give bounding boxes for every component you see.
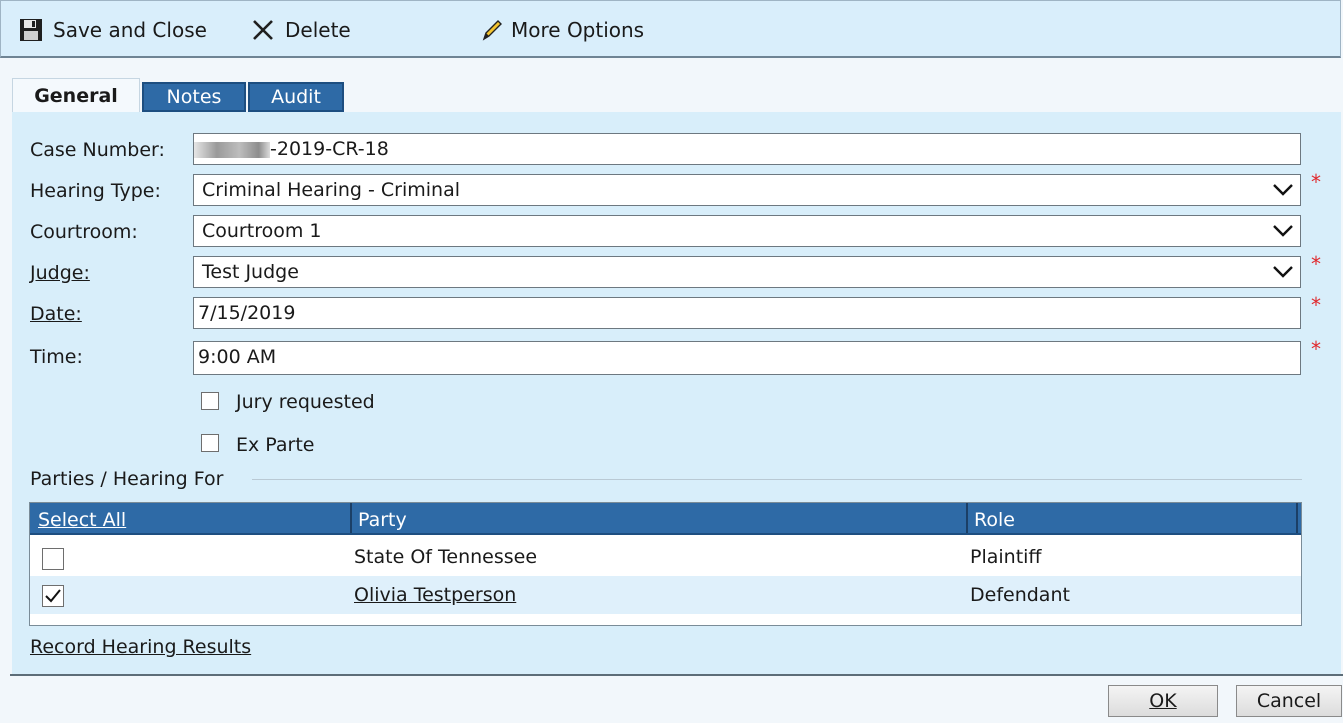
table-row: Olivia Testperson Defendant (30, 576, 1301, 614)
row-select-checkbox[interactable] (42, 585, 64, 607)
role-column-header[interactable]: Role (968, 503, 1298, 533)
courtroom-value: Courtroom 1 (202, 220, 322, 242)
toolbar: Save and Close Delete More Options (0, 0, 1341, 58)
case-number-field[interactable]: -2019-CR-18 (193, 133, 1301, 165)
hearing-type-select[interactable]: Criminal Hearing - Criminal (193, 174, 1301, 206)
redacted-prefix (194, 141, 270, 158)
more-options-button[interactable]: More Options (481, 15, 644, 45)
time-field[interactable]: 9:00 AM (193, 341, 1301, 375)
party-name-link[interactable]: Olivia Testperson (354, 576, 516, 614)
hearing-type-value: Criminal Hearing - Criminal (202, 179, 461, 201)
jury-requested-checkbox[interactable] (201, 392, 219, 410)
judge-select[interactable]: Test Judge (193, 256, 1301, 288)
row-select-checkbox[interactable] (42, 548, 64, 570)
required-marker: * (1311, 170, 1321, 194)
judge-label[interactable]: Judge: (30, 262, 90, 284)
time-value: 9:00 AM (198, 346, 277, 368)
select-all-header[interactable]: Select All (32, 503, 352, 533)
chevron-down-icon (1272, 219, 1294, 241)
delete-label: Delete (285, 18, 351, 42)
delete-button[interactable]: Delete (251, 15, 351, 45)
tab-audit[interactable]: Audit (248, 82, 344, 112)
table-row: State Of Tennessee Plaintiff (30, 538, 1301, 576)
chevron-down-icon (1272, 260, 1294, 282)
party-role: Defendant (970, 584, 1070, 606)
divider (10, 674, 1343, 676)
parties-section-title: Parties / Hearing For (30, 468, 232, 490)
tab-notes[interactable]: Notes (142, 82, 246, 112)
ex-parte-label: Ex Parte (236, 434, 315, 456)
pencil-icon (481, 18, 503, 42)
date-value: 7/15/2019 (198, 302, 296, 324)
jury-requested-label: Jury requested (236, 391, 375, 413)
record-hearing-results-link[interactable]: Record Hearing Results (30, 636, 251, 658)
cancel-label: Cancel (1256, 690, 1322, 712)
save-and-close-button[interactable]: Save and Close (19, 15, 207, 45)
save-and-close-label: Save and Close (53, 18, 207, 42)
party-name: State Of Tennessee (354, 546, 538, 568)
required-marker: * (1311, 252, 1321, 276)
case-number-value: -2019-CR-18 (270, 138, 389, 160)
case-number-label: Case Number: (30, 139, 165, 161)
time-label: Time: (30, 346, 83, 368)
ex-parte-checkbox[interactable] (201, 434, 219, 452)
parties-grid: Select All Party Role State Of Tennessee… (29, 502, 1302, 626)
hearing-type-label: Hearing Type: (30, 180, 161, 202)
party-column-header[interactable]: Party (352, 503, 968, 533)
cancel-button[interactable]: Cancel (1236, 685, 1342, 717)
section-divider (252, 479, 1302, 480)
required-marker: * (1311, 337, 1321, 361)
more-options-label: More Options (511, 18, 645, 42)
checkmark-icon (45, 589, 61, 603)
date-label[interactable]: Date: (30, 303, 82, 325)
tab-general[interactable]: General (12, 78, 140, 115)
x-delete-icon (251, 18, 275, 42)
ok-label: OK (1149, 690, 1177, 712)
judge-value: Test Judge (202, 261, 299, 283)
date-field[interactable]: 7/15/2019 (193, 297, 1301, 329)
floppy-disk-icon (19, 18, 43, 42)
courtroom-select[interactable]: Courtroom 1 (193, 215, 1301, 247)
party-role: Plaintiff (970, 546, 1042, 568)
grid-header: Select All Party Role (30, 503, 1301, 535)
chevron-down-icon (1272, 178, 1294, 200)
ok-button[interactable]: OK (1108, 685, 1218, 717)
courtroom-label: Courtroom: (30, 221, 138, 243)
required-marker: * (1311, 293, 1321, 317)
